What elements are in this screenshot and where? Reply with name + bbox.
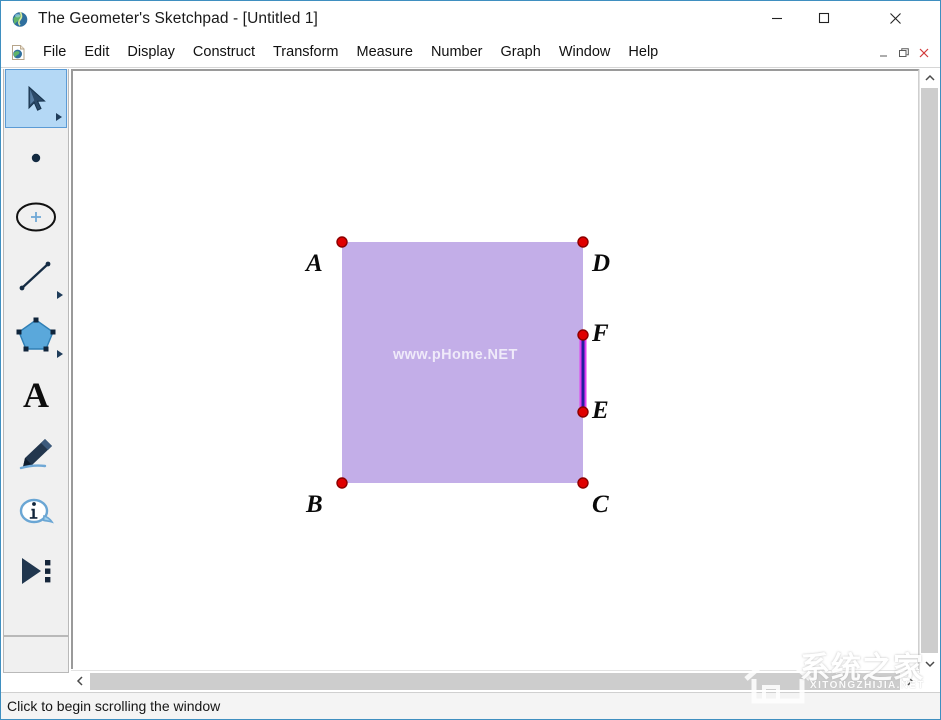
- maximize-button[interactable]: [801, 1, 847, 35]
- menu-transform[interactable]: Transform: [264, 42, 348, 62]
- arrow-select-tool[interactable]: [5, 69, 67, 128]
- vertical-scrollbar[interactable]: [919, 69, 938, 673]
- menu-number[interactable]: Number: [422, 42, 492, 62]
- straightedge-tool-flyout-icon[interactable]: [57, 291, 63, 299]
- custom-tool[interactable]: [5, 541, 67, 600]
- window-title: The Geometer's Sketchpad - [Untitled 1]: [38, 10, 318, 28]
- menu-display[interactable]: Display: [118, 42, 184, 62]
- text-tool[interactable]: A: [5, 364, 67, 423]
- menu-help[interactable]: Help: [619, 42, 667, 62]
- sketch-canvas[interactable]: A B C D F E www.pHome.NET: [71, 69, 919, 669]
- menu-file[interactable]: File: [34, 42, 75, 62]
- close-button[interactable]: [872, 1, 918, 35]
- mdi-minimize-icon[interactable]: [874, 42, 894, 64]
- mdi-restore-icon[interactable]: [894, 42, 914, 64]
- mdi-close-icon[interactable]: [914, 42, 934, 64]
- status-message: Click to begin scrolling the window: [7, 698, 220, 714]
- sketchpad-globe-icon: [11, 10, 29, 28]
- status-bar: Click to begin scrolling the window: [1, 692, 940, 719]
- point-A[interactable]: [337, 237, 347, 247]
- point-tool[interactable]: [5, 128, 67, 187]
- chevron-down-icon[interactable]: [920, 655, 939, 673]
- toolbox-panel: A: [3, 69, 69, 636]
- horizontal-scrollbar-thumb[interactable]: [90, 673, 900, 690]
- toolbox-status-panel: [3, 636, 69, 673]
- chevron-up-icon[interactable]: [920, 69, 939, 87]
- menu-construct[interactable]: Construct: [184, 42, 264, 62]
- point-B[interactable]: [337, 478, 347, 488]
- menu-graph[interactable]: Graph: [492, 42, 550, 62]
- point-label-C[interactable]: C: [592, 492, 609, 517]
- point-label-F[interactable]: F: [592, 321, 609, 346]
- document-globe-icon[interactable]: [10, 44, 27, 61]
- horizontal-scrollbar[interactable]: [71, 670, 919, 691]
- menu-measure[interactable]: Measure: [348, 42, 422, 62]
- point-E[interactable]: [578, 407, 588, 417]
- sketch-watermark: www.pHome.NET: [393, 347, 518, 363]
- point-label-B[interactable]: B: [306, 492, 323, 517]
- marker-tool[interactable]: [5, 423, 67, 482]
- point-C[interactable]: [578, 478, 588, 488]
- menu-edit[interactable]: Edit: [75, 42, 118, 62]
- sketch-drawing[interactable]: [73, 71, 919, 669]
- menu-window[interactable]: Window: [550, 42, 620, 62]
- arrow-tool-flyout-icon[interactable]: [56, 113, 62, 121]
- straightedge-tool[interactable]: [5, 246, 67, 305]
- point-label-D[interactable]: D: [592, 251, 610, 276]
- application-window: The Geometer's Sketchpad - [Untitled 1] …: [0, 0, 941, 720]
- chevron-right-icon[interactable]: [901, 671, 919, 691]
- mdi-window-controls: [874, 37, 934, 68]
- chevron-left-icon[interactable]: [71, 671, 89, 691]
- vertical-scrollbar-thumb[interactable]: [921, 88, 938, 653]
- point-D[interactable]: [578, 237, 588, 247]
- point-label-A[interactable]: A: [306, 251, 323, 276]
- polygon-tool[interactable]: [5, 305, 67, 364]
- point-F[interactable]: [578, 330, 588, 340]
- information-tool[interactable]: [5, 482, 67, 541]
- point-label-E[interactable]: E: [592, 398, 609, 423]
- polygon-tool-flyout-icon[interactable]: [57, 350, 63, 358]
- svg-text:A: A: [23, 376, 49, 412]
- minimize-button[interactable]: [754, 1, 800, 35]
- compass-tool[interactable]: [5, 187, 67, 246]
- menu-bar: File Edit Display Construct Transform Me…: [1, 37, 940, 68]
- title-bar: The Geometer's Sketchpad - [Untitled 1]: [1, 1, 940, 37]
